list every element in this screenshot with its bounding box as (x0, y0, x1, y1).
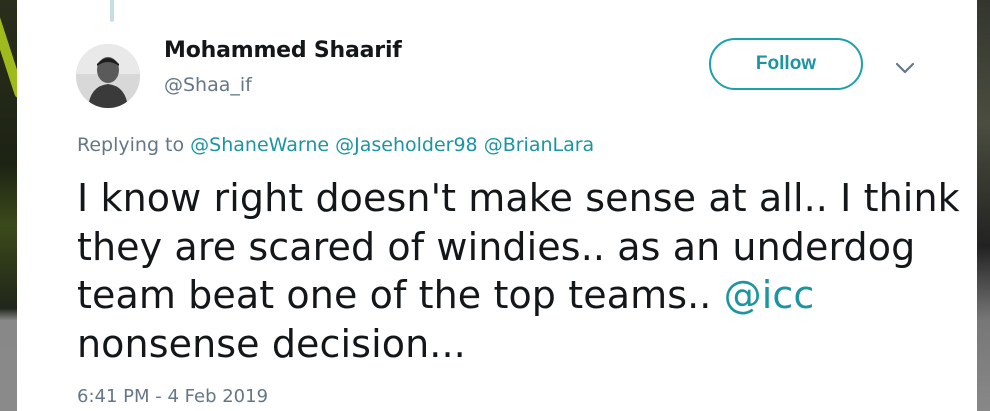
tweet-text-line: I know right doesn't make sense at all..… (77, 176, 960, 220)
background-left (0, 0, 26, 411)
mention-link[interactable]: @Jaseholder98 (335, 134, 478, 156)
author-handle[interactable]: @Shaa_if (164, 74, 252, 96)
avatar[interactable] (76, 44, 140, 108)
replying-to: Replying to @ShaneWarne @Jaseholder98 @B… (77, 134, 594, 156)
tweet-text-line: they are scared of windies.. as an under… (77, 224, 916, 269)
chevron-down-icon[interactable] (893, 58, 917, 78)
tweet-text-segment: team beat one of the top teams.. (77, 273, 724, 317)
background-right (977, 0, 990, 411)
author-name[interactable]: Mohammed Shaarif (164, 38, 402, 63)
tweet-text-line: nonsense decision... (77, 321, 466, 366)
thread-connector-line (110, 0, 114, 22)
mention-link[interactable]: @BrianLara (484, 134, 595, 156)
follow-button[interactable]: Follow (709, 38, 863, 90)
tweet-timestamp[interactable]: 6:41 PM - 4 Feb 2019 (77, 386, 268, 407)
replying-to-label: Replying to (77, 134, 185, 156)
mention-link-icc[interactable]: @icc (724, 273, 815, 317)
mention-link[interactable]: @ShaneWarne (190, 134, 329, 156)
tweet-text-line: team beat one of the top teams.. @icc (77, 271, 957, 320)
tweet-card: Mohammed Shaarif @Shaa_if Follow Replyin… (17, 0, 977, 411)
tweet-text: I know right doesn't make sense at all..… (77, 174, 960, 368)
